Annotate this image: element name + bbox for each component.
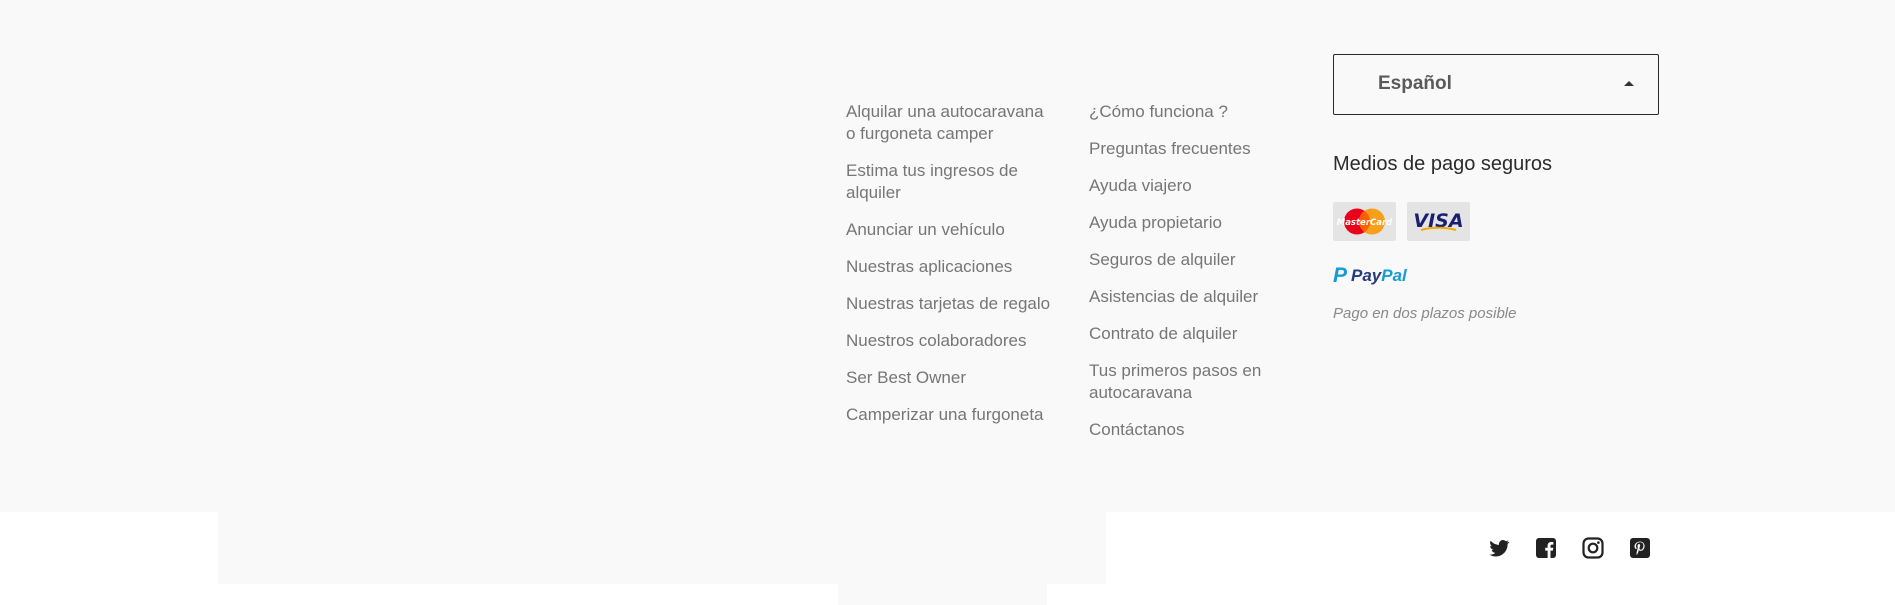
footer-link-faq[interactable]: Preguntas frecuentes bbox=[1089, 138, 1289, 160]
mastercard-wordmark: MasterCard bbox=[1337, 218, 1393, 228]
language-select[interactable]: Español bbox=[1333, 54, 1659, 115]
paypal-icon: P bbox=[1333, 264, 1348, 287]
bottom-bar-left bbox=[218, 512, 1106, 584]
paypal-wordmark: PayPal bbox=[1351, 266, 1407, 285]
bottom-bar-center bbox=[838, 584, 1047, 605]
footer-link-list-vehicle[interactable]: Anunciar un vehículo bbox=[846, 219, 1056, 241]
footer-link-owner-help[interactable]: Ayuda propietario bbox=[1089, 212, 1289, 234]
payment-installments-note: Pago en dos plazos posible bbox=[1333, 305, 1517, 322]
footer-link-contract[interactable]: Contrato de alquiler bbox=[1089, 323, 1289, 345]
footer-link-best-owner[interactable]: Ser Best Owner bbox=[846, 367, 1056, 389]
instagram-icon[interactable] bbox=[1581, 536, 1605, 560]
footer-link-insurance[interactable]: Seguros de alquiler bbox=[1089, 249, 1289, 271]
facebook-icon[interactable] bbox=[1534, 536, 1558, 560]
footer-link-assistance[interactable]: Asistencias de alquiler bbox=[1089, 286, 1289, 308]
footer-link-contact[interactable]: Contáctanos bbox=[1089, 419, 1289, 441]
footer-link-estimate-income[interactable]: Estima tus ingresos de alquiler bbox=[846, 160, 1056, 204]
pinterest-icon[interactable] bbox=[1628, 536, 1652, 560]
footer-links-column-1: Alquilar una autocaravana o furgoneta ca… bbox=[846, 101, 1056, 441]
visa-wordmark: VISA bbox=[1413, 210, 1463, 232]
caret-up-icon bbox=[1624, 81, 1634, 86]
mastercard-logo: MasterCard bbox=[1333, 202, 1396, 241]
footer-link-first-steps[interactable]: Tus primeros pasos en autocaravana bbox=[1089, 360, 1289, 404]
footer-link-gift-cards[interactable]: Nuestras tarjetas de regalo bbox=[846, 293, 1056, 315]
twitter-icon[interactable] bbox=[1487, 536, 1511, 560]
footer-link-convert-van[interactable]: Camperizar una furgoneta bbox=[846, 404, 1056, 426]
footer-link-how-it-works[interactable]: ¿Cómo funciona ? bbox=[1089, 101, 1289, 123]
footer-link-traveler-help[interactable]: Ayuda viajero bbox=[1089, 175, 1289, 197]
footer-link-rent[interactable]: Alquilar una autocaravana o furgoneta ca… bbox=[846, 101, 1056, 145]
language-select-value: Español bbox=[1378, 73, 1452, 94]
visa-logo: VISA bbox=[1407, 202, 1470, 241]
footer-link-partners[interactable]: Nuestros colaboradores bbox=[846, 330, 1056, 352]
footer-links-column-2: ¿Cómo funciona ? Preguntas frecuentes Ay… bbox=[1089, 101, 1289, 456]
footer-link-apps[interactable]: Nuestras aplicaciones bbox=[846, 256, 1056, 278]
payments-title: Medios de pago seguros bbox=[1333, 153, 1553, 175]
paypal-logo: P PayPal bbox=[1333, 264, 1407, 288]
footer-top: Alquilar una autocaravana o furgoneta ca… bbox=[0, 0, 1895, 512]
